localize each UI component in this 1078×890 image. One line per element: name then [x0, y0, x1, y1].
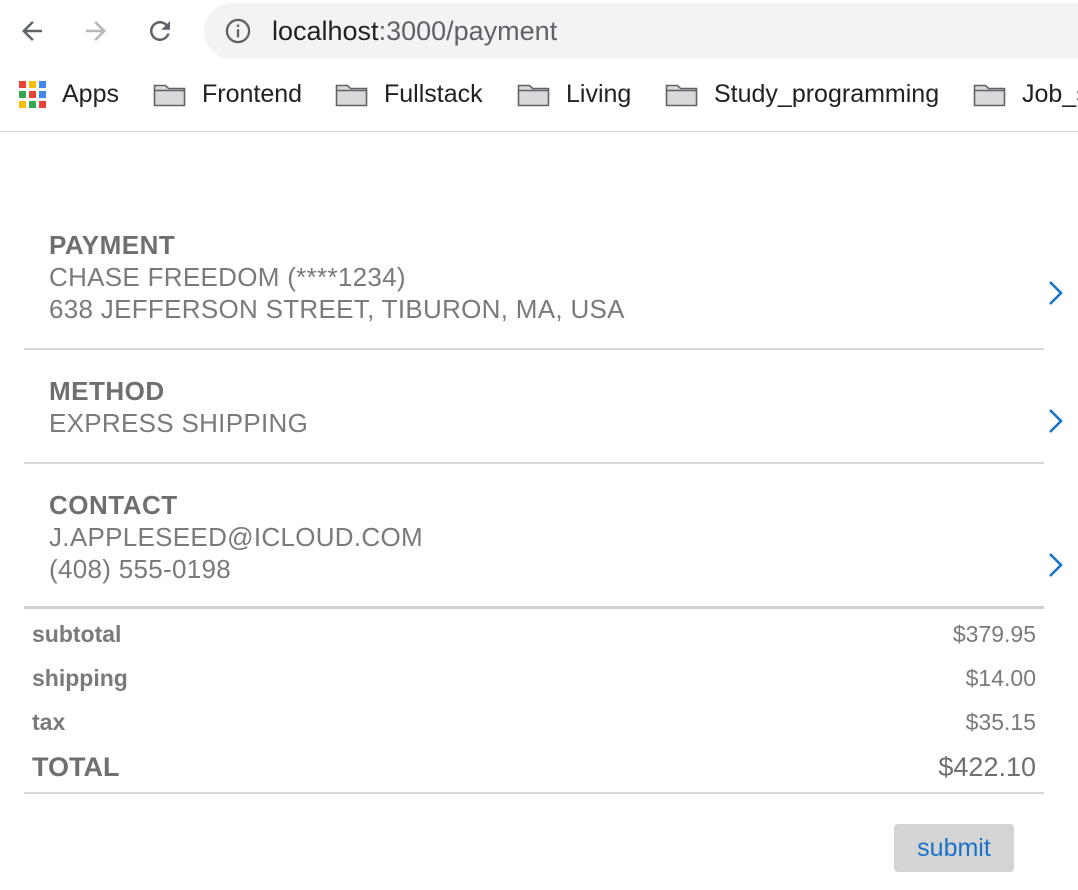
bookmark-label: Frontend [202, 79, 303, 108]
subtotal-row: subtotal $379.95 [32, 621, 1036, 648]
bookmark-apps[interactable]: Apps [19, 72, 119, 116]
folder-icon [665, 84, 698, 107]
shipping-value: $14.00 [965, 665, 1036, 691]
arrow-right-icon [86, 21, 106, 41]
bookmark-fullstack[interactable]: Fullstack [335, 72, 483, 116]
section-title: CONTACT [49, 490, 178, 520]
bookmark-label: Study_programming [714, 79, 940, 108]
bookmark-job-s[interactable]: Job_s [973, 72, 1078, 116]
method-section[interactable]: METHOD EXPRESS SHIPPING [24, 350, 1063, 464]
info-icon[interactable] [224, 17, 252, 45]
card-line: CHASE FREEDOM (****1234) [49, 262, 406, 292]
chevron-right-icon[interactable] [1042, 406, 1068, 436]
shipping-label: shipping [32, 665, 128, 691]
address-line: 638 JEFFERSON STREET, TIBURON, MA, USA [49, 294, 625, 324]
total-row: TOTAL $422.10 [32, 752, 1036, 783]
bookmark-study-programming[interactable]: Study_programming [665, 72, 939, 116]
apps-grid-icon [19, 80, 46, 108]
contact-section[interactable]: CONTACT J.APPLESEED@ICLOUD.COM (408) 555… [24, 464, 1063, 609]
shipping-row: shipping $14.00 [32, 665, 1036, 692]
url-path: :3000/payment [378, 16, 558, 46]
phone-line: (408) 555-0198 [49, 554, 231, 584]
bookmark-frontend[interactable]: Frontend [153, 72, 302, 116]
bookmark-label: Job_s [1022, 79, 1078, 108]
back-button[interactable] [12, 11, 52, 51]
bookmarks-bar: Apps Frontend Fullstack Living Study_pro… [0, 72, 1078, 116]
url-text[interactable]: localhost:3000/payment [272, 16, 557, 46]
bookmark-label: Fullstack [384, 79, 483, 108]
browser-toolbar: localhost:3000/payment Apps Frontend Ful… [0, 0, 1078, 132]
total-value: $422.10 [938, 752, 1036, 782]
tax-label: tax [32, 709, 66, 735]
bookmark-label: Living [566, 79, 632, 108]
url-host: localhost [272, 16, 379, 46]
subtotal-label: subtotal [32, 621, 122, 647]
folder-icon [973, 84, 1006, 107]
payment-section[interactable]: PAYMENT CHASE FREEDOM (****1234) 638 JEF… [24, 220, 1063, 350]
folder-icon [153, 84, 186, 107]
submit-button[interactable]: submit [894, 824, 1014, 872]
folder-icon [335, 84, 368, 107]
subtotal-value: $379.95 [952, 621, 1036, 647]
payment-page: PAYMENT CHASE FREEDOM (****1234) 638 JEF… [0, 132, 1078, 890]
shipping-method-line: EXPRESS SHIPPING [49, 408, 309, 438]
summary-divider [24, 792, 1044, 794]
address-bar[interactable]: localhost:3000/payment [204, 3, 1078, 59]
section-title: METHOD [49, 376, 165, 406]
tax-row: tax $35.15 [32, 709, 1036, 736]
arrow-left-icon [22, 21, 42, 41]
email-line: J.APPLESEED@ICLOUD.COM [49, 522, 423, 552]
bookmark-living[interactable]: Living [517, 72, 631, 116]
bookmark-label: Apps [62, 79, 119, 108]
reload-icon [149, 20, 170, 41]
folder-icon [517, 84, 550, 107]
forward-button[interactable] [76, 11, 116, 51]
chevron-right-icon[interactable] [1042, 278, 1068, 308]
tax-value: $35.15 [965, 709, 1036, 735]
total-label: TOTAL [32, 752, 120, 782]
reload-button[interactable] [140, 11, 180, 51]
section-title: PAYMENT [49, 230, 176, 260]
chevron-right-icon[interactable] [1042, 550, 1068, 580]
